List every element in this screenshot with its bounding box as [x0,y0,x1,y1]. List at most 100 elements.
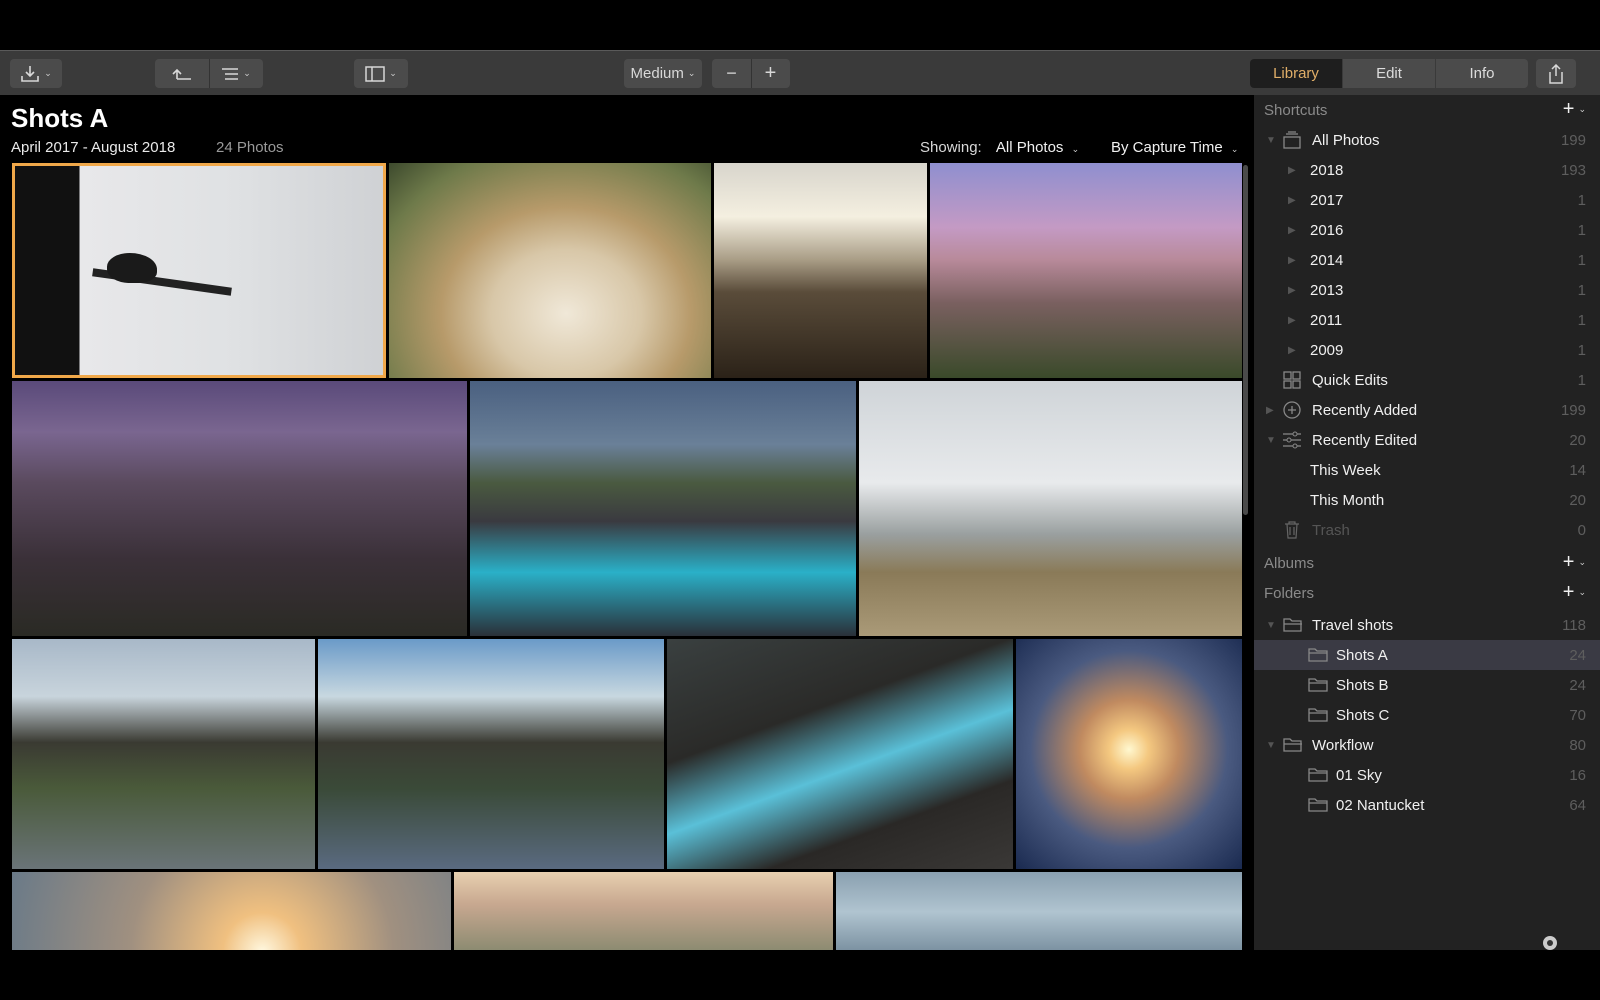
sidebar-item-2009[interactable]: ▶ 2009 1 [1254,335,1600,365]
bottom-black-bar [0,950,1600,1000]
nav-sort-group: ⌄ [155,59,263,88]
showing-filter[interactable]: Showing: All Photos ⌄ [920,139,1079,156]
folder-01-sky[interactable]: 01 Sky 16 [1254,760,1600,790]
triangle-down-icon[interactable]: ▼ [1266,135,1276,146]
section-folders: Folders [1264,585,1315,602]
photo-thumbnail[interactable] [318,639,664,869]
chevron-down-icon: ⌄ [1578,587,1586,597]
photo-thumbnail[interactable] [12,639,315,869]
sidebar-item-trash[interactable]: Trash 0 [1254,515,1600,545]
sidebar-item-2017[interactable]: ▶ 2017 1 [1254,185,1600,215]
photo-thumbnail[interactable] [12,381,467,636]
plus-circle-icon [1283,401,1301,419]
folder-02-nantucket[interactable]: 02 Nantucket 64 [1254,790,1600,820]
grid-icon [1283,371,1301,389]
photo-thumbnail[interactable] [12,872,451,950]
sidebar-item-label: 2014 [1310,251,1344,269]
triangle-right-icon[interactable]: ▶ [1288,225,1296,236]
sidebar-item-label: 2016 [1310,221,1344,239]
photo-thumbnail[interactable] [470,381,856,636]
item-count: 24 [1569,646,1586,664]
back-button[interactable] [155,59,209,88]
sidebar-item-2016[interactable]: ▶ 2016 1 [1254,215,1600,245]
sort-dropdown[interactable]: By Capture Time ⌄ [1111,139,1238,156]
photo-thumbnail[interactable] [930,163,1242,378]
item-count: 1 [1577,311,1586,329]
triangle-down-icon[interactable]: ▼ [1266,435,1276,446]
triangle-right-icon[interactable]: ▶ [1288,255,1296,266]
folder-label: 01 Sky [1336,766,1382,784]
sidebar-item-label: 2013 [1310,281,1344,299]
photo-thumbnail[interactable] [389,163,711,378]
triangle-right-icon[interactable]: ▶ [1266,405,1274,416]
folder-shots-a[interactable]: Shots A 24 [1254,640,1600,670]
photo-thumbnail[interactable] [454,872,833,950]
item-count: 1 [1577,191,1586,209]
photo-thumbnail[interactable] [1016,639,1242,869]
sidebar-item-label: 2017 [1310,191,1344,209]
item-count: 199 [1560,401,1586,419]
folder-icon [1308,798,1328,812]
chevron-down-icon: ⌄ [44,68,52,78]
tab-info[interactable]: Info [1436,59,1528,88]
panel-toggle-button[interactable]: ⌄ [354,59,408,88]
photo-thumbnail[interactable] [667,639,1013,869]
thumbnail-size-dropdown[interactable]: Medium ⌄ [624,59,702,88]
sidebar-item-recently-edited[interactable]: ▼ Recently Edited 20 [1254,425,1600,455]
folder-workflow[interactable]: ▼ Workflow 80 [1254,730,1600,760]
stack-icon [1283,131,1301,149]
sidebar-item-recently-added[interactable]: ▶ Recently Added 199 [1254,395,1600,425]
zoom-in-button[interactable]: + [751,62,790,85]
add-folder-button[interactable]: + ⌄ [1563,581,1586,604]
thumbnail-size-value: Medium [630,65,684,82]
sidebar-item-this-week[interactable]: This Week 14 [1254,455,1600,485]
item-count: 20 [1569,431,1586,449]
chevron-down-icon: ⌄ [1578,557,1586,567]
sidebar-item-label: Recently Added [1312,401,1418,419]
triangle-right-icon[interactable]: ▶ [1288,285,1296,296]
folder-travel-shots[interactable]: ▼ Travel shots 118 [1254,610,1600,640]
item-count: 1 [1577,341,1586,359]
sidebar-item-2018[interactable]: ▶ 2018 193 [1254,155,1600,185]
triangle-right-icon[interactable]: ▶ [1288,165,1296,176]
share-button[interactable] [1536,59,1576,88]
sort-list-button[interactable]: ⌄ [209,59,263,88]
section-albums: Albums [1264,555,1315,572]
grid-scrollbar[interactable] [1243,165,1248,515]
folder-shots-b[interactable]: Shots B 24 [1254,670,1600,700]
triangle-right-icon[interactable]: ▶ [1288,315,1296,326]
triangle-down-icon[interactable]: ▼ [1266,740,1276,751]
tab-library[interactable]: Library [1250,59,1343,88]
item-count: 1 [1577,221,1586,239]
item-count: 80 [1569,736,1586,754]
sidebar-item-label: All Photos [1312,131,1380,149]
add-album-button[interactable]: + ⌄ [1563,551,1586,574]
top-black-bar [0,0,1600,50]
folder-icon [1308,678,1328,692]
sidebar-item-all-photos[interactable]: ▼ All Photos 199 [1254,125,1600,155]
sidebar-panel-icon [365,65,385,82]
photo-thumbnail[interactable] [714,163,927,378]
photo-thumbnail[interactable] [859,381,1242,636]
sidebar-item-2013[interactable]: ▶ 2013 1 [1254,275,1600,305]
item-count: 0 [1577,521,1586,539]
item-count: 118 [1562,616,1586,634]
sidebar-item-quick-edits[interactable]: Quick Edits 1 [1254,365,1600,395]
photo-thumbnail[interactable] [836,872,1242,950]
triangle-right-icon[interactable]: ▶ [1288,195,1296,206]
page-title: Shots A [11,103,109,133]
add-shortcut-button[interactable]: + ⌄ [1563,98,1586,121]
tab-edit[interactable]: Edit [1343,59,1436,88]
download-tray-icon [21,65,40,82]
sidebar-item-2011[interactable]: ▶ 2011 1 [1254,305,1600,335]
triangle-down-icon[interactable]: ▼ [1266,620,1276,631]
photo-thumbnail[interactable] [12,163,386,378]
sidebar-item-this-month[interactable]: This Month 20 [1254,485,1600,515]
zoom-out-button[interactable]: − [712,63,751,84]
folder-open-icon [1283,618,1302,632]
triangle-right-icon[interactable]: ▶ [1288,345,1296,356]
folder-label: 02 Nantucket [1336,796,1425,814]
import-button[interactable]: ⌄ [10,59,62,88]
folder-shots-c[interactable]: Shots C 70 [1254,700,1600,730]
sidebar-item-2014[interactable]: ▶ 2014 1 [1254,245,1600,275]
